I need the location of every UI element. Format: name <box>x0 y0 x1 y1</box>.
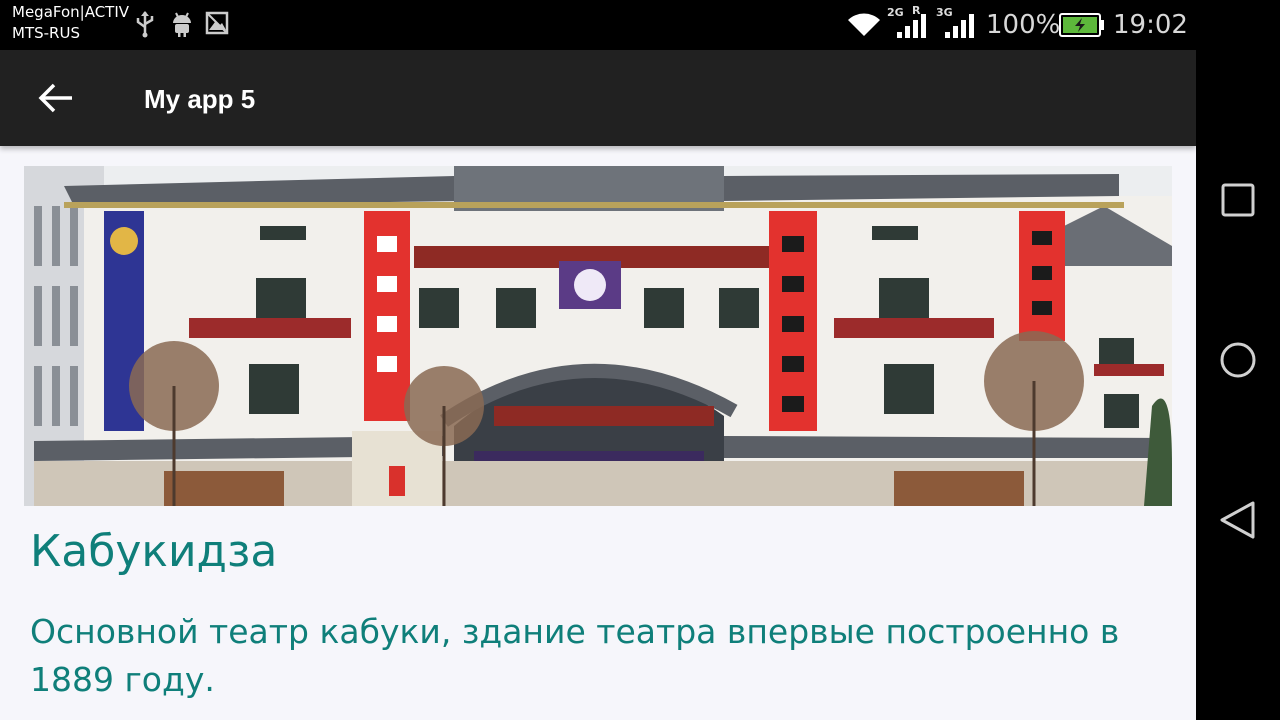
carrier-info: MegaFon|ACTIV MTS-RUS <box>12 2 129 44</box>
carrier-line-1: MegaFon|ACTIV <box>12 3 130 21</box>
clock: 19:02 <box>1113 10 1188 40</box>
theatre-image <box>24 166 1172 506</box>
triangle-back-icon <box>1220 501 1255 539</box>
wifi-icon <box>848 13 880 36</box>
navigation-bar <box>1196 0 1280 720</box>
android-debug-icon <box>173 12 191 37</box>
recents-button[interactable] <box>1208 170 1268 230</box>
signal-2g-icon <box>897 14 926 38</box>
square-recents-icon <box>1221 183 1255 217</box>
place-title: Кабукидза <box>30 526 278 577</box>
system-back-button[interactable] <box>1208 490 1268 550</box>
app-bar: My app 5 <box>0 50 1196 146</box>
battery-percentage: 100% <box>986 10 1061 40</box>
app-screen: MegaFon|ACTIV MTS-RUS 2G R 3G 100% 19:02… <box>0 0 1196 720</box>
carrier-line-2: MTS-RUS <box>12 24 80 42</box>
arrow-back-icon <box>38 83 72 113</box>
battery-charging-icon <box>1059 13 1104 37</box>
usb-icon <box>136 11 154 38</box>
app-title: My app 5 <box>144 84 256 114</box>
status-bar: MegaFon|ACTIV MTS-RUS 2G R 3G 100% 19:02 <box>0 0 1196 50</box>
place-description: Основной театр кабуки, здание театра впе… <box>30 612 1120 699</box>
image-notification-icon <box>205 11 229 35</box>
back-button[interactable] <box>24 72 88 124</box>
home-button[interactable] <box>1208 330 1268 390</box>
kabukiza-theatre-photo <box>24 166 1172 506</box>
signal-3g-icon <box>945 14 974 38</box>
circle-home-icon <box>1220 342 1256 378</box>
